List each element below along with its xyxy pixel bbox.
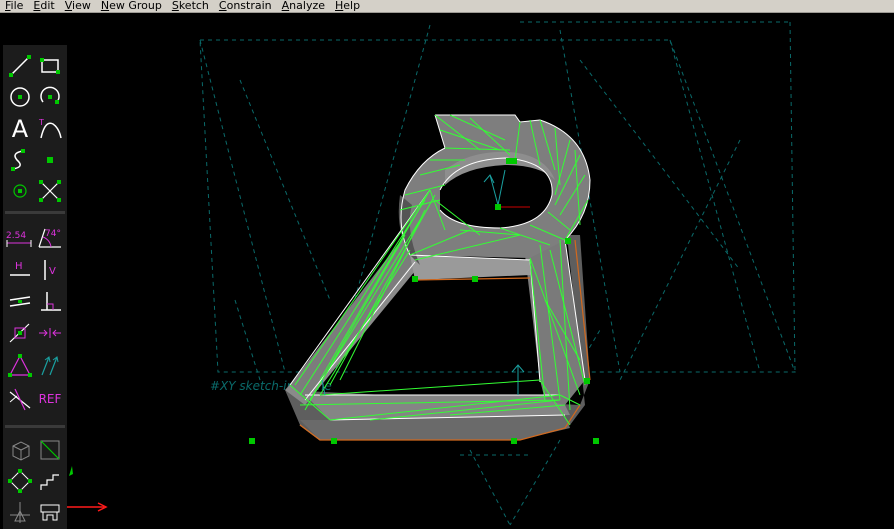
reference-icon: REF [38, 392, 62, 406]
vertical-icon: V [44, 260, 56, 280]
vertical-constraint-button[interactable]: V [35, 255, 65, 285]
horizontal-constraint-button[interactable]: H [5, 255, 35, 285]
menu-constrain-label: onstrain [226, 0, 272, 12]
menu-sketch-mnemonic: S [171, 0, 179, 12]
menu-new-group-mnemonic: N [100, 0, 110, 12]
tangent-arc-icon: T [38, 118, 62, 139]
menu-analyze[interactable]: Analyze [277, 0, 330, 12]
menu-file-label: ile [10, 0, 24, 12]
circle-tool-button[interactable] [5, 82, 35, 112]
nearest-isometric-view-button[interactable] [5, 435, 35, 465]
menu-analyze-label: nalyze [289, 0, 325, 12]
menu-sketch-label: ketch [178, 0, 209, 12]
show-shaded-icon [40, 504, 60, 521]
distance-icon: 2.54 [6, 231, 32, 247]
menu-view-label: iew [72, 0, 91, 12]
same-orientation-icon [41, 356, 59, 376]
workplane-icon [13, 184, 27, 198]
menu-edit[interactable]: Edit [28, 0, 59, 12]
point-on-line-icon [9, 323, 30, 343]
toolbar-separator [5, 425, 65, 428]
equal-triangle-icon [8, 354, 32, 377]
angle-label: 74° [45, 229, 61, 239]
show-faces-icon [10, 502, 30, 523]
split-curves-tool-button[interactable] [35, 176, 65, 206]
red-arrow-icon [67, 502, 108, 512]
show-points-icon [8, 469, 32, 493]
menu-constrain-mnemonic: C [218, 0, 227, 12]
spline-tool-button[interactable] [5, 145, 35, 175]
arc-icon [40, 86, 60, 104]
menu-new-group[interactable]: New Group [96, 0, 167, 12]
text-icon: A [11, 115, 29, 143]
horizontal-icon: H [10, 261, 30, 276]
menu-sketch[interactable]: Sketch [167, 0, 214, 12]
show-construction-button[interactable] [35, 466, 65, 496]
annotation-overlay [67, 466, 108, 512]
nearest-ortho-icon [40, 440, 60, 460]
show-faces-button[interactable] [5, 497, 35, 527]
other-supplementary-icon [9, 388, 31, 411]
perpendicular-constraint-button[interactable] [35, 286, 65, 316]
reference-toggle-button[interactable]: REF [35, 384, 65, 414]
symmetric-icon [39, 328, 61, 338]
parallel-icon [9, 296, 31, 307]
menu-bar: File Edit View New Group Sketch Constrai… [0, 0, 894, 13]
workplane-tool-button[interactable] [5, 176, 35, 206]
same-orientation-constraint-button[interactable] [35, 351, 65, 381]
text-tool-button[interactable]: A [5, 114, 35, 144]
point-on-line-constraint-button[interactable] [5, 318, 35, 348]
spline-icon [11, 149, 25, 171]
vertical-label: V [49, 266, 56, 277]
toolbar-separator [5, 211, 65, 214]
menu-new-group-label: ew Group [109, 0, 162, 12]
model-viewport[interactable]: #XY sketch-in-plane [0, 13, 894, 529]
nearest-ortho-view-button[interactable] [35, 435, 65, 465]
menu-edit-label: dit [40, 0, 55, 12]
horizontal-label: H [15, 261, 23, 272]
distance-constraint-button[interactable]: 2.54 [5, 223, 35, 253]
parallel-constraint-button[interactable] [5, 286, 35, 316]
rectangle-tool-button[interactable] [35, 51, 65, 81]
show-construction-icon [40, 474, 59, 490]
sketch-toolbar: A T 2.54 74° H V REF [3, 45, 67, 529]
circle-icon [10, 87, 30, 107]
distance-label: 2.54 [6, 231, 26, 241]
tangent-arc-label: T [38, 118, 44, 127]
other-supplementary-button[interactable] [5, 384, 35, 414]
split-curves-icon [39, 180, 61, 202]
menu-file[interactable]: File [0, 0, 28, 12]
show-shaded-button[interactable] [35, 497, 65, 527]
menu-view-mnemonic: V [64, 0, 73, 12]
menu-help-label: elp [343, 0, 361, 12]
tangent-arc-tool-button[interactable]: T [35, 114, 65, 144]
symmetric-constraint-button[interactable] [35, 318, 65, 348]
equal-constraint-button[interactable] [5, 351, 35, 381]
menu-view[interactable]: View [60, 0, 96, 12]
arc-tool-button[interactable] [35, 82, 65, 112]
menu-constrain[interactable]: Constrain [214, 0, 277, 12]
point-icon [47, 157, 53, 163]
perpendicular-icon [41, 292, 61, 311]
menu-help[interactable]: Help [330, 0, 365, 12]
line-icon [9, 55, 31, 77]
rectangle-icon [40, 58, 60, 74]
line-tool-button[interactable] [5, 51, 35, 81]
green-mark-icon [69, 466, 73, 476]
angle-icon: 74° [38, 228, 61, 248]
point-tool-button[interactable] [35, 145, 65, 175]
show-points-button[interactable] [5, 466, 35, 496]
nearest-isometric-icon [12, 441, 30, 461]
solid-ring-top [401, 115, 590, 258]
angle-constraint-button[interactable]: 74° [35, 223, 65, 253]
